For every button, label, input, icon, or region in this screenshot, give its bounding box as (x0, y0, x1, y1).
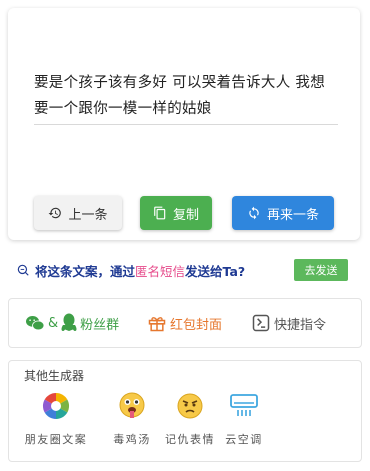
quote-text: 要是个孩子该有多好 可以哭着告诉大人 我想要一个跟你一模一样的姑娘 (34, 70, 338, 125)
wechat-icon (25, 314, 45, 332)
generator-label: 云空调 (225, 433, 263, 446)
shortcut-icon (251, 313, 271, 333)
air-conditioner-icon (211, 391, 277, 421)
camera-aperture-icon (23, 391, 89, 421)
gift-icon (147, 313, 167, 333)
drooling-face-icon (99, 391, 165, 421)
fans-group-link[interactable]: & 粉丝群 (25, 313, 119, 333)
generator-label: 毒鸡汤 (113, 433, 151, 446)
message-search-icon (16, 263, 30, 277)
send-prefix: 将这条文案，通过 (35, 263, 136, 279)
shortcut-label: 快捷指令 (274, 317, 327, 333)
red-packet-label: 红包封面 (170, 317, 223, 333)
generator-label: 朋友圈文案 (24, 433, 88, 446)
generators-title: 其他生成器 (24, 369, 85, 383)
generator-poison-soup[interactable]: 毒鸡汤 (99, 391, 165, 447)
next-button[interactable]: 再来一条 (232, 196, 334, 230)
other-generators: 其他生成器 朋友圈文案 毒鸡汤 记仇表情 云空调 (8, 360, 362, 462)
shortcut-link[interactable]: 快捷指令 (251, 313, 326, 333)
refresh-icon (247, 206, 261, 220)
copy-button[interactable]: 复制 (140, 196, 212, 230)
next-label: 再来一条 (266, 207, 319, 223)
fans-group-label: 粉丝群 (80, 317, 120, 333)
previous-button[interactable]: 上一条 (34, 196, 122, 230)
quote-card: 要是个孩子该有多好 可以哭着告诉大人 我想要一个跟你一模一样的姑娘 上一条 复制… (8, 8, 360, 240)
red-packet-link[interactable]: 红包封面 (147, 313, 222, 333)
send-button[interactable]: 去发送 (294, 259, 348, 281)
qq-icon (61, 313, 77, 333)
fans-separator: & (48, 315, 59, 331)
quick-links: & 粉丝群 红包封面 快捷指令 (8, 298, 362, 348)
generator-cloud-ac[interactable]: 云空调 (211, 391, 277, 447)
copy-label: 复制 (172, 207, 199, 223)
copy-icon (153, 206, 167, 220)
previous-label: 上一条 (68, 207, 108, 223)
generator-moments-copy[interactable]: 朋友圈文案 (23, 391, 89, 447)
history-icon (48, 206, 62, 220)
send-suffix: 发送给Ta? (185, 263, 246, 279)
anonymous-sms-link[interactable]: 匿名短信 (135, 261, 185, 280)
